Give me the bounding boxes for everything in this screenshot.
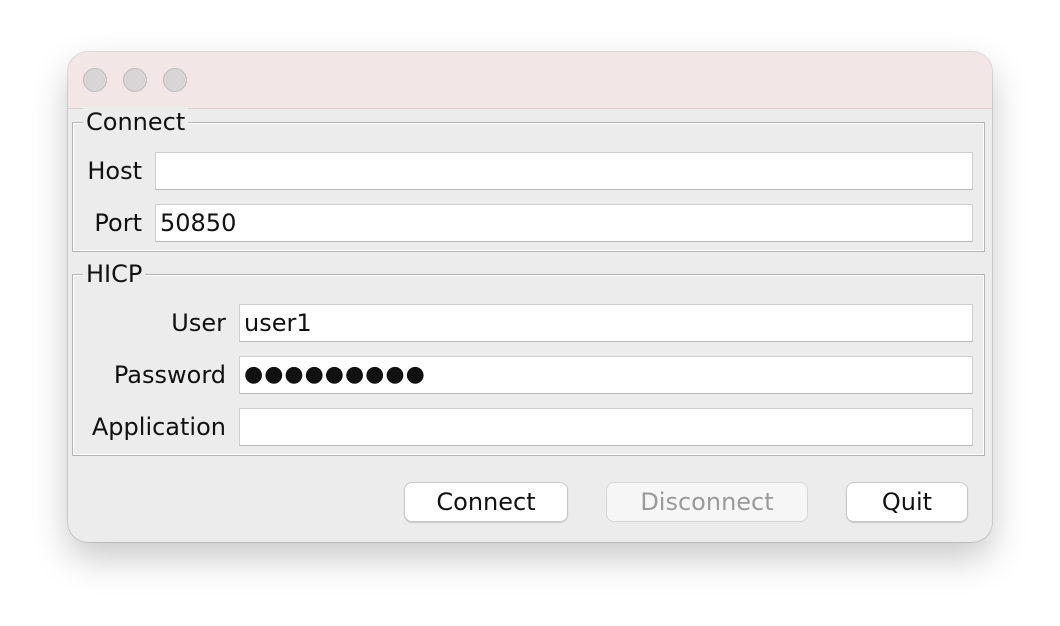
user-label: User	[171, 309, 226, 337]
quit-button[interactable]: Quit	[846, 482, 968, 522]
hicp-group-title: HICP	[83, 259, 146, 289]
connect-group-title: Connect	[83, 107, 189, 137]
password-label: Password	[113, 361, 226, 389]
hicp-group: HICP User user1 Password ●●●●●●●●● Appli…	[72, 259, 985, 456]
port-input[interactable]: 50850	[155, 204, 973, 242]
connection-dialog-window: Connect Host Port 50850 HICP User user1 …	[68, 52, 992, 542]
user-input[interactable]: user1	[239, 304, 973, 342]
host-label: Host	[87, 157, 142, 185]
minimize-window-button[interactable]	[123, 68, 147, 92]
application-label: Application	[91, 413, 226, 441]
disconnect-button[interactable]: Disconnect	[606, 482, 808, 522]
zoom-window-button[interactable]	[163, 68, 187, 92]
password-input[interactable]: ●●●●●●●●●	[239, 356, 973, 394]
application-input[interactable]	[239, 408, 973, 446]
port-label: Port	[94, 209, 142, 237]
host-input[interactable]	[155, 152, 973, 190]
connect-group: Connect Host Port 50850	[72, 107, 985, 252]
connect-button[interactable]: Connect	[404, 482, 568, 522]
close-window-button[interactable]	[83, 68, 107, 92]
title-bar[interactable]	[68, 52, 992, 109]
